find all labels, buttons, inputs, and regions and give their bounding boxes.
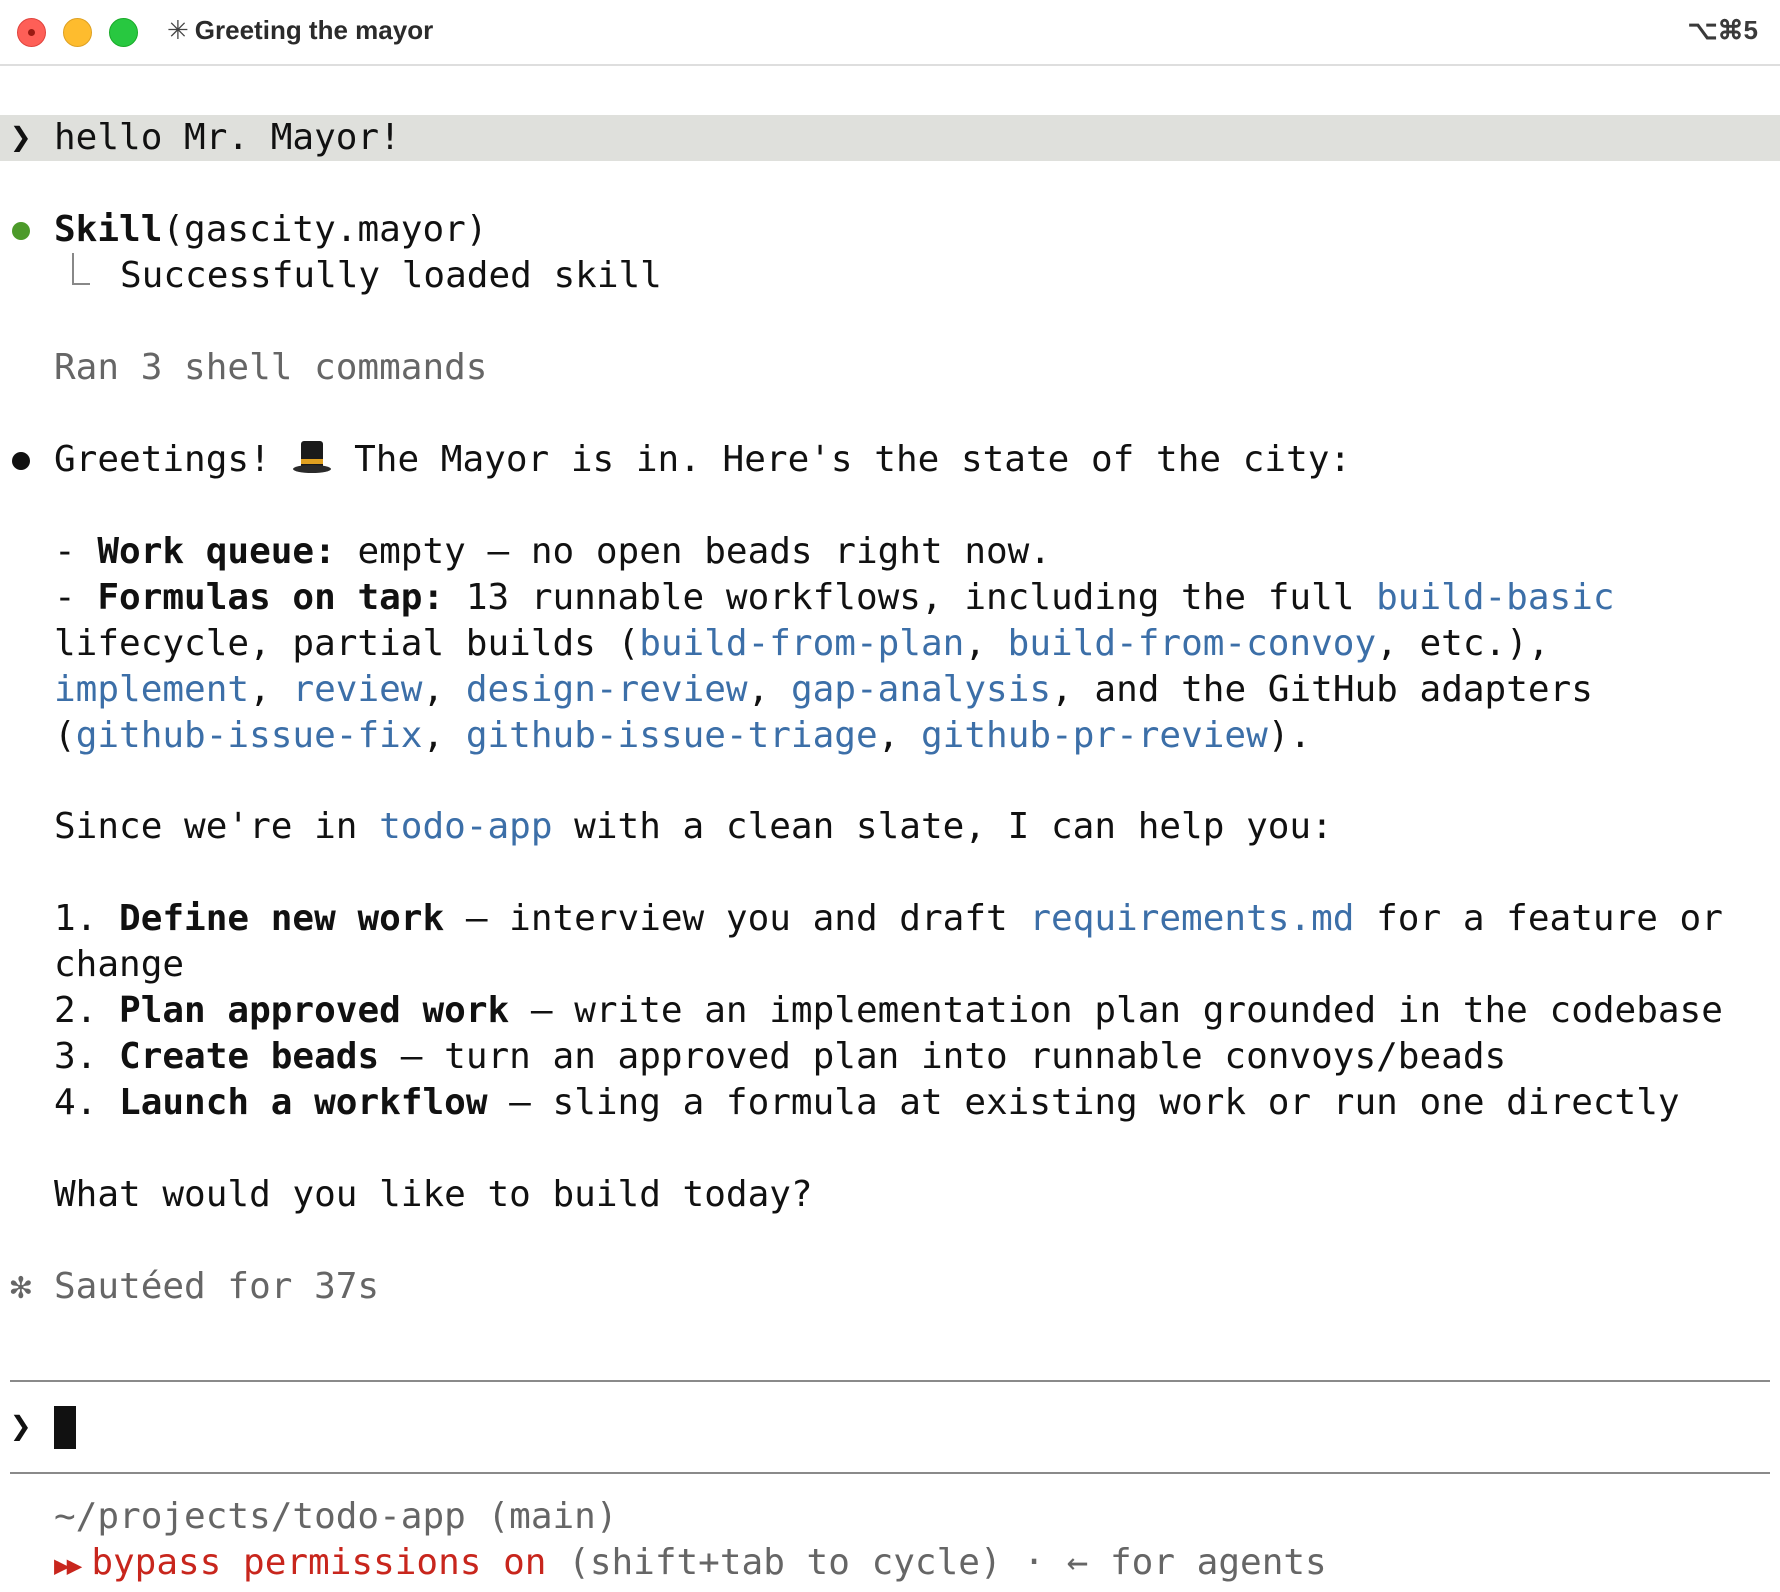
maximize-window-button[interactable] bbox=[109, 18, 138, 47]
project-link-todo-app[interactable]: todo-app bbox=[379, 806, 552, 847]
tool-name: Skill bbox=[54, 209, 163, 250]
minimize-window-button[interactable] bbox=[63, 18, 92, 47]
tool-args: (gascity.mayor) bbox=[162, 209, 488, 250]
assistant-dot-icon bbox=[12, 452, 30, 470]
formula-link-build-from-plan[interactable]: build-from-plan bbox=[639, 623, 964, 664]
option-text: for a feature or bbox=[1354, 898, 1723, 939]
terminal-window: ✳ Greeting the mayor ⌥⌘5 ❯ hello Mr. Mayo… bbox=[0, 0, 1780, 1592]
tool-result-row: Successfully loaded skill bbox=[0, 253, 1780, 299]
separator: , bbox=[422, 715, 466, 756]
shell-summary-text: Ran 3 shell commands bbox=[54, 347, 488, 388]
close-dot-icon bbox=[28, 29, 35, 36]
formula-link-design-review[interactable]: design-review bbox=[466, 669, 748, 710]
formula-link-gap-analysis[interactable]: gap-analysis bbox=[791, 669, 1051, 710]
text-cursor bbox=[54, 1406, 76, 1449]
text-span: lifecycle, partial builds ( bbox=[54, 623, 640, 664]
shell-summary-row[interactable]: Ran 3 shell commands bbox=[0, 345, 1780, 391]
mode-hint: (shift+tab to cycle) · ← for agents bbox=[546, 1542, 1327, 1583]
list-item: - Work queue: empty — no open beads righ… bbox=[0, 529, 1780, 575]
option-text: — turn an approved plan into runnable co… bbox=[379, 1036, 1507, 1077]
tophat-icon bbox=[292, 437, 332, 477]
option-text: — sling a formula at existing work or ru… bbox=[487, 1082, 1680, 1123]
text-span: with a clean slate, I can help you: bbox=[552, 806, 1333, 847]
greeting-text-end: The Mayor is in. Here's the state of the… bbox=[332, 439, 1352, 480]
success-dot-icon bbox=[12, 222, 30, 240]
cwd-text: ~/projects/todo-app (main) bbox=[54, 1496, 618, 1537]
bullet-label: Work queue: bbox=[97, 531, 336, 572]
option-label: Launch a workflow bbox=[119, 1082, 488, 1123]
question-text: What would you like to build today? bbox=[54, 1174, 813, 1215]
list-item: 4. Launch a workflow — sling a formula a… bbox=[0, 1080, 1780, 1126]
separator: , bbox=[877, 715, 921, 756]
formula-link-github-issue-triage[interactable]: github-issue-triage bbox=[466, 715, 878, 756]
question-line: What would you like to build today? bbox=[0, 1172, 1780, 1218]
tree-elbow-icon bbox=[72, 253, 90, 285]
option-number: 4. bbox=[54, 1082, 120, 1123]
status-row: ✻ Sautéed for 37s bbox=[0, 1264, 1780, 1310]
status-spinner-icon: ✻ bbox=[10, 1266, 32, 1307]
formula-link-github-pr-review[interactable]: github-pr-review bbox=[921, 715, 1268, 756]
option-label: Create beads bbox=[119, 1036, 380, 1077]
option-number: 3. bbox=[54, 1036, 120, 1077]
separator: , bbox=[747, 669, 791, 710]
option-number: 1. bbox=[54, 898, 120, 939]
tool-call-row: Skill(gascity.mayor) bbox=[0, 207, 1780, 253]
input-bottom-divider bbox=[10, 1472, 1770, 1474]
option-label: Plan approved work bbox=[119, 990, 510, 1031]
mode-row: ▶▶ bypass permissions on (shift+tab to cy… bbox=[0, 1540, 1780, 1586]
input-prompt-icon: ❯ bbox=[10, 1406, 32, 1447]
cwd-row: ~/projects/todo-app (main) bbox=[0, 1494, 1780, 1540]
requirements-file-link[interactable]: requirements.md bbox=[1029, 898, 1354, 939]
formulas-line-2: lifecycle, partial builds (build-from-pl… bbox=[0, 621, 1780, 667]
list-item: 3. Create beads — turn an approved plan … bbox=[0, 1034, 1780, 1080]
bypass-permissions-toggle[interactable]: bypass permissions on bbox=[91, 1542, 546, 1583]
bullet-label: Formulas on tap: bbox=[97, 577, 445, 618]
separator: , bbox=[249, 669, 293, 710]
text-span: , etc.), bbox=[1376, 623, 1550, 664]
separator: , bbox=[422, 669, 466, 710]
list-item: 2. Plan approved work — write an impleme… bbox=[0, 988, 1780, 1034]
input-top-divider bbox=[10, 1380, 1770, 1382]
text-span: ). bbox=[1267, 715, 1312, 756]
formulas-line-3: implement, review, design-review, gap-an… bbox=[0, 667, 1780, 713]
option-text: — interview you and draft bbox=[444, 898, 1030, 939]
greeting-text-start: Greetings! bbox=[54, 439, 293, 480]
user-message-row: ❯ hello Mr. Mayor! bbox=[0, 115, 1780, 161]
list-item: - Formulas on tap: 13 runnable workflows… bbox=[0, 575, 1780, 621]
formula-link-implement[interactable]: implement bbox=[54, 669, 249, 710]
bullet-text: 13 runnable workflows, including the ful… bbox=[444, 577, 1377, 618]
formula-link-github-issue-fix[interactable]: github-issue-fix bbox=[76, 715, 423, 756]
bullet-dash: - bbox=[54, 577, 98, 618]
list-item-wrap: change bbox=[0, 942, 1780, 988]
context-line: Since we're in todo-app with a clean sla… bbox=[0, 804, 1780, 850]
formulas-line-4: (github-issue-fix, github-issue-triage, … bbox=[0, 713, 1780, 759]
text-span: ( bbox=[54, 715, 76, 756]
window-shortcut: ⌥⌘5 bbox=[1687, 15, 1758, 45]
option-label: Define new work bbox=[119, 898, 445, 939]
title-bar: ✳ Greeting the mayor ⌥⌘5 bbox=[0, 0, 1780, 66]
text-span: , and the GitHub adapters bbox=[1051, 669, 1593, 710]
status-text: Sautéed for 37s bbox=[54, 1266, 380, 1307]
tool-result-text: Successfully loaded skill bbox=[120, 255, 662, 296]
user-message-text: hello Mr. Mayor! bbox=[54, 117, 401, 158]
list-item: 1. Define new work — interview you and d… bbox=[0, 896, 1780, 942]
window-title-text: Greeting the mayor bbox=[194, 15, 434, 45]
text-span: Since we're in bbox=[54, 806, 380, 847]
bullet-dash: - bbox=[54, 531, 98, 572]
bullet-text: empty — no open beads right now. bbox=[335, 531, 1052, 572]
formula-link-build-basic[interactable]: build-basic bbox=[1376, 577, 1614, 618]
close-window-button[interactable] bbox=[17, 18, 46, 47]
window-title: ✳ Greeting the mayor bbox=[167, 15, 433, 46]
separator: , bbox=[964, 623, 1008, 664]
title-spinner-icon: ✳ bbox=[167, 15, 189, 45]
formula-link-review[interactable]: review bbox=[292, 669, 422, 710]
option-wrap-text: change bbox=[54, 944, 185, 985]
formula-link-build-from-convoy[interactable]: build-from-convoy bbox=[1008, 623, 1376, 664]
input-row[interactable]: ❯ bbox=[0, 1404, 1780, 1450]
user-prompt-icon: ❯ bbox=[10, 117, 32, 158]
option-text: — write an implementation plan grounded … bbox=[509, 990, 1723, 1031]
response-greeting-row: Greetings! The Mayor is in. Here's the s… bbox=[0, 437, 1780, 483]
bypass-mode-icon: ▶▶ bbox=[54, 1551, 82, 1581]
option-number: 2. bbox=[54, 990, 120, 1031]
